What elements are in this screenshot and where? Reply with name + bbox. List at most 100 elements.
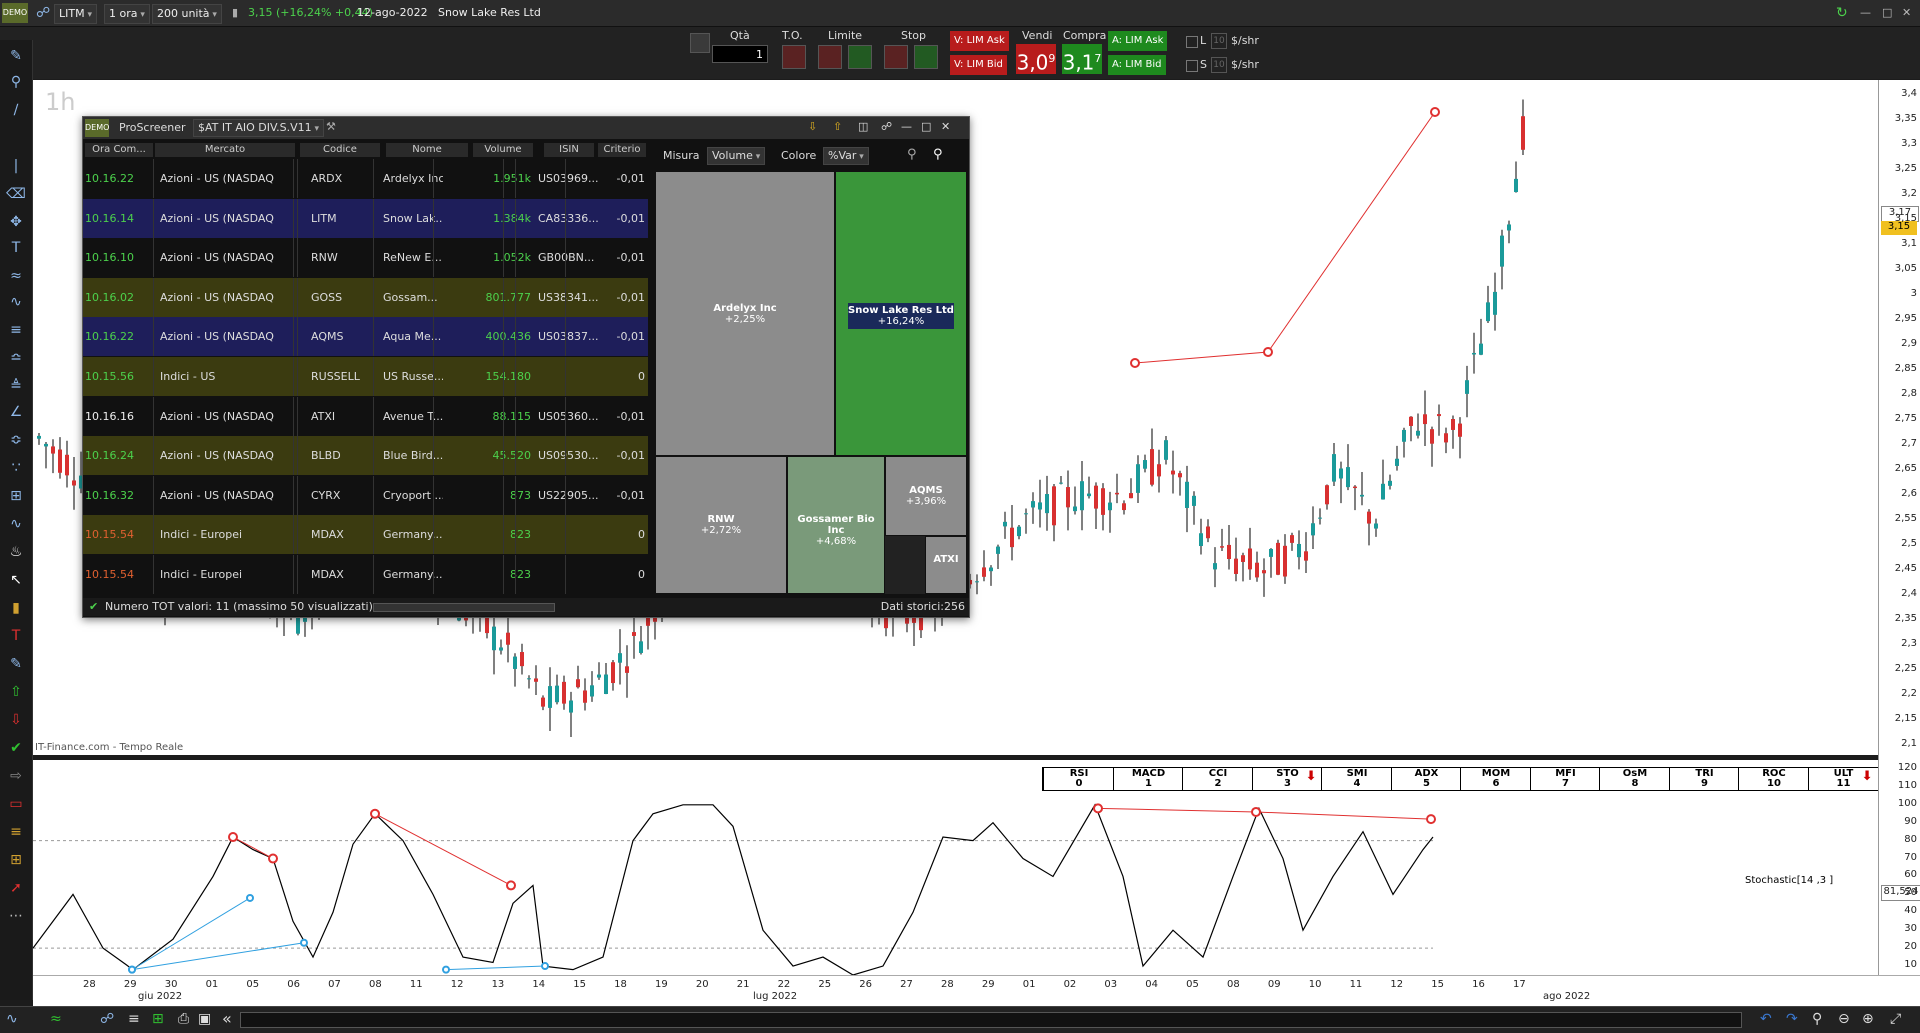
- proscreener-window[interactable]: DEMO ProScreener $AT IT AIO DIV.S.V11 ⚒ …: [82, 116, 970, 618]
- table-row[interactable]: 10.16.24 Azioni - US (NASDAQ BLBD Blue Bird…: [83, 436, 648, 476]
- table-row[interactable]: 10.16.16 Azioni - US (NASDAQ ATXI Avenue T.…: [83, 396, 648, 436]
- indicator-tab-ult[interactable]: ULT 11 ⬇: [1807, 768, 1879, 790]
- line-icon[interactable]: ∕: [6, 100, 26, 120]
- qty-input[interactable]: 1: [712, 45, 768, 63]
- list-icon[interactable]: ≡: [128, 1011, 140, 1027]
- vertical-line-icon[interactable]: |: [6, 156, 26, 176]
- timeframe-select[interactable]: 1 ora: [104, 4, 150, 24]
- table-row[interactable]: 10.15.56 Indici - US RUSSELL US Russe... 154…: [83, 357, 648, 396]
- limit-buy-button[interactable]: [848, 45, 872, 69]
- layers-icon[interactable]: ≡: [6, 822, 26, 842]
- table-row[interactable]: 10.16.32 Azioni - US (NASDAQ CYRX Cryoport …: [83, 475, 648, 515]
- table-row[interactable]: 10.16.14 Azioni - US (NASDAQ LITM Snow Lak.…: [83, 198, 648, 238]
- alert-icon[interactable]: ♨: [6, 542, 26, 562]
- cycle-icon[interactable]: ∿: [6, 514, 26, 534]
- treemap-tile[interactable]: Ardelyx Inc +2,25%: [655, 171, 835, 456]
- arrow-down-icon[interactable]: ⇩: [6, 710, 26, 730]
- sort-up-icon[interactable]: ⇧: [833, 120, 842, 133]
- scroll-left-icon[interactable]: «: [222, 1009, 232, 1028]
- chart-type-icon[interactable]: ∿: [6, 1011, 18, 1027]
- indicator-tab-sto[interactable]: STO 3 ⬇: [1251, 768, 1323, 790]
- l-input[interactable]: 10: [1211, 33, 1227, 49]
- trash-icon[interactable]: ⌫: [6, 184, 26, 204]
- wrench-icon[interactable]: ⚒: [326, 120, 336, 133]
- column-header-3[interactable]: Nome: [386, 143, 468, 157]
- treemap-tile[interactable]: Snow Lake Res Ltd +16,24%: [835, 171, 967, 456]
- template-icon[interactable]: ⊞: [6, 850, 26, 870]
- zoom-in-icon[interactable]: ⚲: [933, 147, 943, 162]
- treemap-tile[interactable]: RNW +2,72%: [655, 456, 787, 594]
- text-icon[interactable]: T: [6, 238, 26, 258]
- channel-icon[interactable]: ≏: [6, 348, 26, 368]
- screen-icon[interactable]: ▣: [198, 1011, 211, 1027]
- refresh-icon[interactable]: ↻: [1836, 4, 1848, 22]
- text-box-icon[interactable]: T: [6, 626, 26, 646]
- fib-icon[interactable]: ≡: [6, 320, 26, 340]
- column-header-5[interactable]: ISIN: [544, 143, 594, 157]
- maximize-icon[interactable]: □: [1882, 4, 1892, 22]
- column-header-6[interactable]: Criterio: [598, 143, 646, 157]
- units-select[interactable]: 200 unità: [152, 4, 222, 24]
- expand-icon[interactable]: ⤢: [1890, 1011, 1901, 1027]
- arrow-right-icon[interactable]: ⇨: [6, 766, 26, 786]
- marker-icon[interactable]: ➚: [6, 878, 26, 898]
- table-row[interactable]: 10.15.54 Indici - Europei MDAX Germany... 82…: [83, 515, 648, 555]
- table-row[interactable]: 10.16.22 Azioni - US (NASDAQ ARDX Ardelyx I…: [83, 159, 648, 198]
- table-row[interactable]: 10.16.10 Azioni - US (NASDAQ RNW ReNew E...…: [83, 238, 648, 278]
- l-checkbox[interactable]: [1186, 36, 1198, 48]
- measure-select[interactable]: Volume: [707, 147, 766, 165]
- treemap[interactable]: Ardelyx Inc +2,25% Snow Lake Res Ltd +16,24…: [655, 171, 967, 594]
- column-header-4[interactable]: Volume: [473, 143, 533, 157]
- indicator-tab-osm[interactable]: OsM 8: [1599, 768, 1670, 790]
- indicator-tab-tri[interactable]: TRI 9: [1668, 768, 1740, 790]
- zoom-out-icon[interactable]: ⚲: [907, 147, 917, 162]
- layout-icon[interactable]: ◫: [858, 120, 868, 133]
- undo-icon[interactable]: ↶: [1760, 1011, 1772, 1027]
- more-icon[interactable]: ⋯: [6, 906, 26, 926]
- zoom-in-icon[interactable]: ⊕: [1862, 1011, 1874, 1027]
- stochastic-panel[interactable]: Stochastic[14 ,3 ]: [33, 760, 1878, 975]
- s-checkbox[interactable]: [1186, 60, 1198, 72]
- grid-icon[interactable]: ⊞: [6, 486, 26, 506]
- grid-icon[interactable]: ⊞: [152, 1011, 164, 1027]
- column-header-0[interactable]: Ora Com...: [85, 143, 153, 157]
- wrench-icon[interactable]: [690, 33, 710, 53]
- color-select[interactable]: %Var: [823, 147, 869, 165]
- a-lim-ask-button[interactable]: A: LIM Ask: [1108, 31, 1168, 51]
- indicator-tab-rsi[interactable]: RSI 0: [1043, 768, 1114, 790]
- indicator-tab-adx[interactable]: ADX 5: [1390, 768, 1462, 790]
- time-axis[interactable]: 28 29 30 01 05 06 07 08 11 12 13 14 15 18 19 20 21 22 25 26…: [33, 975, 1920, 1006]
- treemap-tile[interactable]: ATXI: [925, 536, 967, 594]
- indicator-tab-mom[interactable]: MOM 6: [1460, 768, 1531, 790]
- indicator-tab-macd[interactable]: MACD 1: [1112, 768, 1184, 790]
- share-icon[interactable]: ☍: [100, 1011, 114, 1027]
- zoom-out-icon[interactable]: ⊖: [1838, 1011, 1850, 1027]
- pencil-icon[interactable]: ✎: [6, 46, 26, 66]
- maximize-icon[interactable]: □: [921, 120, 931, 133]
- v-lim-bid-button[interactable]: V: LIM Bid: [950, 55, 1007, 75]
- horizontal-scrollbar[interactable]: [240, 1012, 1742, 1028]
- minimize-icon[interactable]: —: [1860, 4, 1871, 22]
- column-header-1[interactable]: Mercato: [155, 143, 295, 157]
- pattern-icon[interactable]: ≜: [6, 376, 26, 396]
- gann-icon[interactable]: ≎: [6, 430, 26, 450]
- v-lim-ask-button[interactable]: V: LIM Ask: [950, 31, 1009, 51]
- zoom-icon[interactable]: ⚲: [6, 72, 26, 92]
- ruler-icon[interactable]: ▮: [6, 598, 26, 618]
- arrow-up-icon[interactable]: ⇧: [6, 682, 26, 702]
- limit-sell-button[interactable]: [818, 45, 842, 69]
- close-icon[interactable]: ✕: [1902, 4, 1911, 22]
- a-lim-bid-button[interactable]: A: LIM Bid: [1108, 55, 1166, 75]
- check-icon[interactable]: ✔: [6, 738, 26, 758]
- price-axis[interactable]: 3,17 3,15 81,524 3,4 3,35 3,3 3,25 3,2 3,15 3,…: [1878, 80, 1920, 975]
- minimize-icon[interactable]: —: [901, 120, 912, 133]
- eraser-icon[interactable]: ▭: [6, 794, 26, 814]
- column-header-2[interactable]: Codice: [300, 143, 380, 157]
- stop-buy-button[interactable]: [914, 45, 938, 69]
- print-icon[interactable]: ⎙: [178, 1011, 189, 1027]
- indicator-tab-roc[interactable]: ROC 10: [1738, 768, 1809, 790]
- redo-icon[interactable]: ↷: [1786, 1011, 1798, 1027]
- pen-icon[interactable]: ✎: [6, 654, 26, 674]
- indicator-tab-mfi[interactable]: MFI 7: [1529, 768, 1601, 790]
- s-input[interactable]: 10: [1211, 57, 1227, 73]
